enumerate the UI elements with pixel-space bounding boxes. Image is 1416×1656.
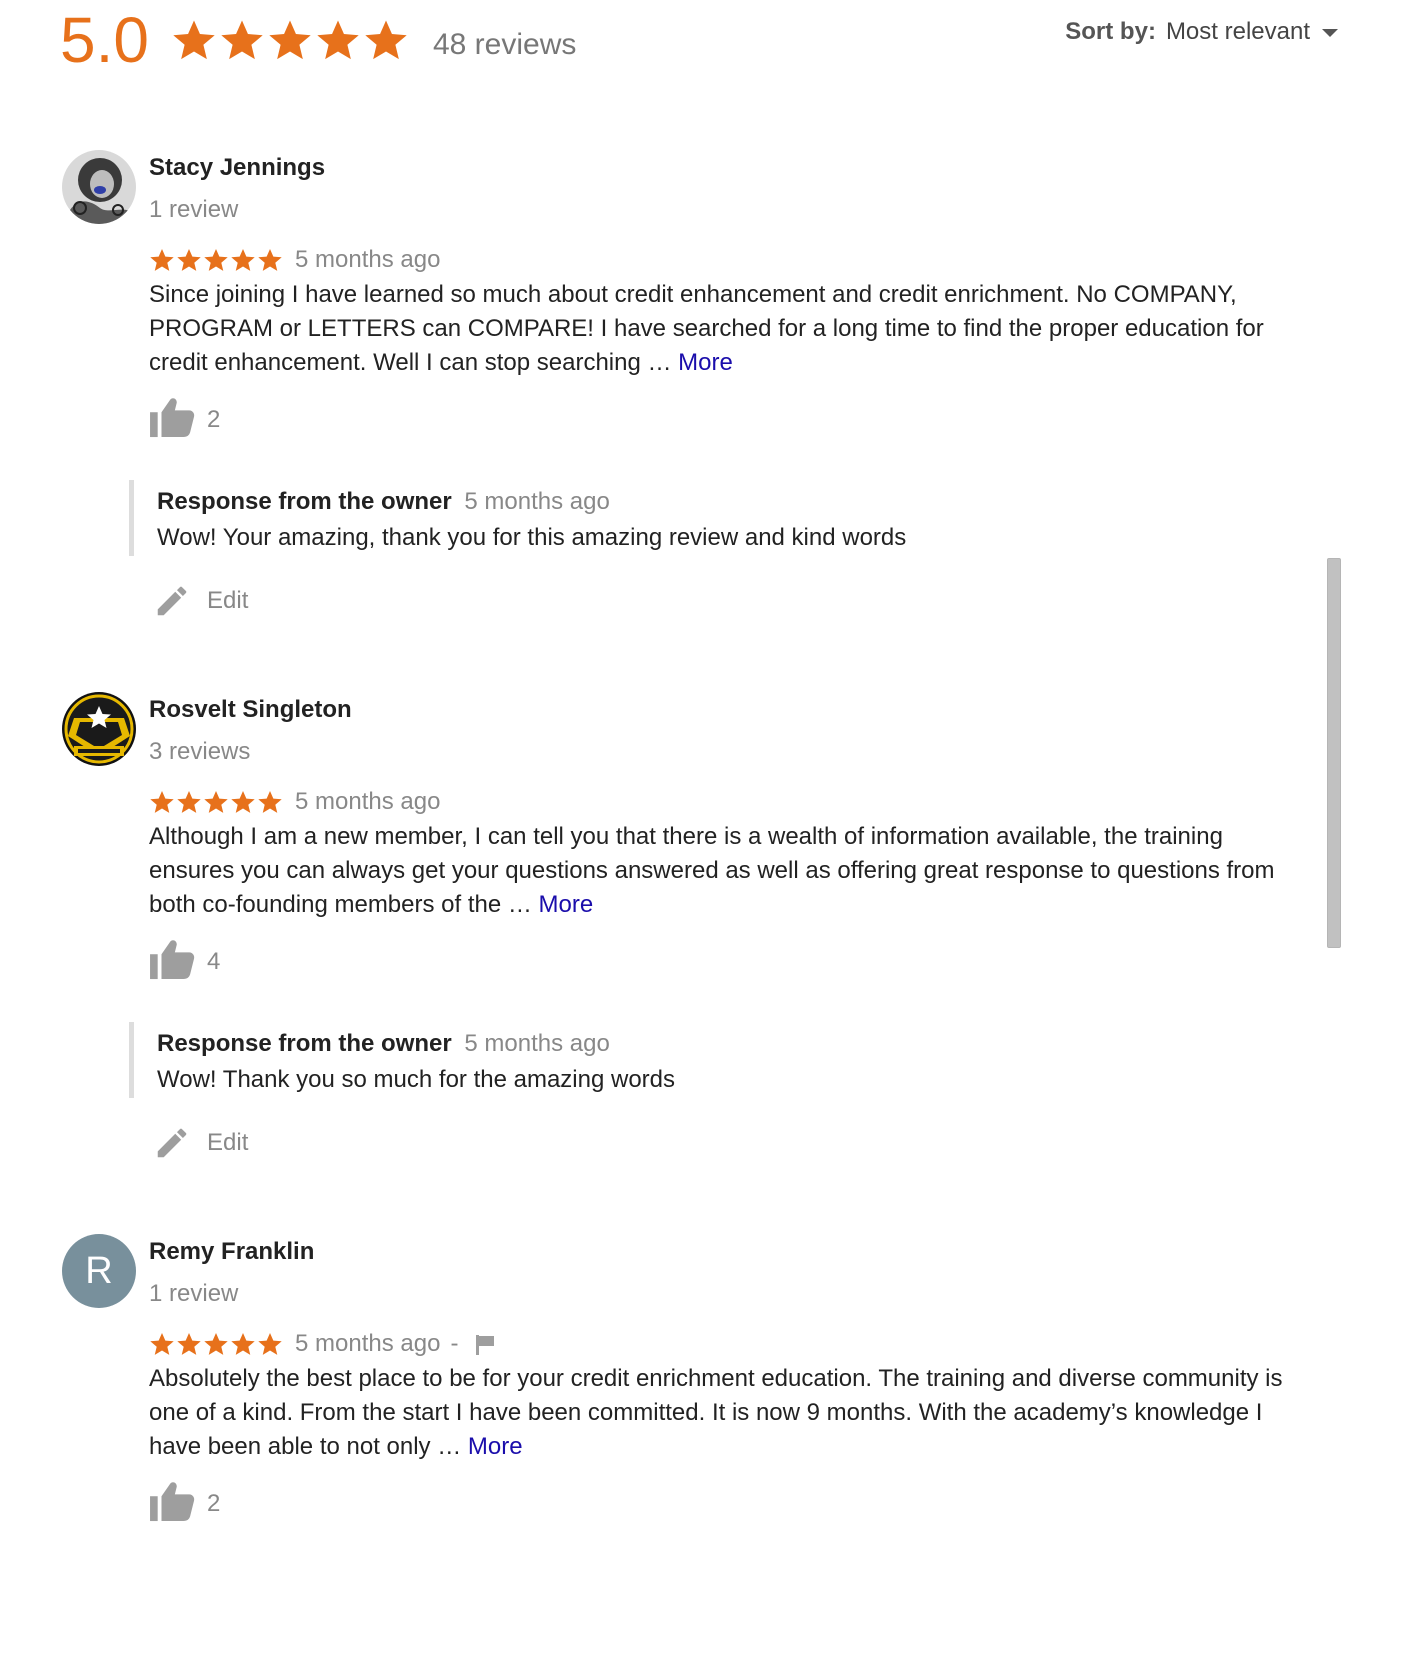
star-icon (203, 789, 229, 815)
avatar[interactable] (62, 150, 136, 224)
review-date: 5 months ago (295, 788, 441, 815)
reviewer-review-count[interactable]: 1 review (149, 1280, 238, 1308)
star-icon (363, 17, 409, 63)
edit-label[interactable]: Edit (207, 587, 248, 615)
more-link[interactable]: More (468, 1433, 523, 1460)
like-button[interactable]: 4 (149, 938, 220, 980)
like-button[interactable]: 2 (149, 1480, 220, 1522)
more-link[interactable]: More (539, 891, 594, 918)
review-text: Absolutely the best place to be for your… (149, 1362, 1294, 1464)
star-icon (203, 247, 229, 273)
like-button[interactable]: 2 (149, 396, 220, 438)
rating-summary: 5.0 48 reviews (60, 0, 576, 80)
like-count: 4 (207, 948, 221, 975)
avatar-letter: R (85, 1249, 113, 1292)
like-count: 2 (207, 406, 221, 433)
more-link[interactable]: More (678, 349, 733, 376)
response-title: Response from the owner (157, 1030, 452, 1057)
review-date: 5 months ago (295, 246, 441, 273)
star-icon (171, 17, 217, 63)
reviewer-name[interactable]: Stacy Jennings (149, 154, 325, 182)
response-title: Response from the owner (157, 488, 452, 515)
avatar[interactable]: R (62, 1234, 136, 1308)
thumbs-up-icon[interactable] (149, 1480, 195, 1522)
review-rating-row: 5 months ago (149, 788, 440, 816)
star-icon (257, 247, 283, 273)
star-icon (176, 1331, 202, 1357)
reviewer-review-count[interactable]: 3 reviews (149, 738, 250, 766)
avatar[interactable] (62, 692, 136, 766)
review-body: Absolutely the best place to be for your… (149, 1365, 1283, 1460)
star-icon (149, 789, 175, 815)
review-stars (149, 789, 283, 815)
pencil-icon[interactable] (153, 582, 191, 620)
review-rating-row: 5 months ago (149, 246, 440, 274)
edit-label[interactable]: Edit (207, 1129, 248, 1157)
flag-icon[interactable] (474, 1333, 496, 1355)
sort-value[interactable]: Most relevant (1166, 18, 1310, 46)
star-icon (230, 789, 256, 815)
reviewer-name[interactable]: Rosvelt Singleton (149, 696, 352, 724)
star-icon (219, 17, 265, 63)
sort-label: Sort by: (1065, 18, 1156, 45)
sort-dropdown[interactable]: Sort by: Most relevant (1065, 18, 1338, 46)
review-text: Since joining I have learned so much abo… (149, 278, 1294, 380)
owner-response: Response from the owner 5 months ago Wow… (129, 480, 1257, 556)
reviewer-name[interactable]: Remy Franklin (149, 1238, 314, 1266)
star-icon (149, 1331, 175, 1357)
review-stars (149, 247, 283, 273)
review-body: Although I am a new member, I can tell y… (149, 823, 1275, 918)
star-icon (176, 247, 202, 273)
thumbs-up-icon[interactable] (149, 938, 195, 980)
thumbs-up-icon[interactable] (149, 396, 195, 438)
reviewer-review-count[interactable]: 1 review (149, 196, 238, 224)
profile-photo-icon (62, 692, 136, 766)
owner-response: Response from the owner 5 months ago Wow… (129, 1022, 1257, 1098)
response-date: 5 months ago (464, 488, 610, 515)
edit-response-button[interactable]: Edit (153, 582, 248, 620)
pencil-icon[interactable] (153, 1124, 191, 1162)
response-text: Wow! Thank you so much for the amazing w… (157, 1066, 676, 1093)
edit-response-button[interactable]: Edit (153, 1124, 248, 1162)
overall-stars (171, 17, 409, 63)
like-count: 2 (207, 1490, 221, 1517)
review-date: 5 months ago (295, 1330, 441, 1357)
response-date: 5 months ago (464, 1030, 610, 1057)
star-icon (267, 17, 313, 63)
review-text: Although I am a new member, I can tell y… (149, 820, 1294, 922)
date-separator: - (450, 1330, 459, 1357)
star-icon (257, 1331, 283, 1357)
scrollbar-thumb[interactable] (1327, 558, 1341, 948)
star-icon (230, 247, 256, 273)
star-icon (257, 789, 283, 815)
review-stars (149, 1331, 283, 1357)
profile-photo-icon (62, 150, 136, 224)
response-text: Wow! Your amazing, thank you for this am… (157, 524, 907, 551)
total-reviews-count[interactable]: 48 reviews (433, 28, 576, 62)
star-icon (203, 1331, 229, 1357)
review-rating-row: 5 months ago - (149, 1330, 496, 1358)
star-icon (315, 17, 361, 63)
star-icon (149, 247, 175, 273)
overall-score: 5.0 (60, 4, 149, 76)
star-icon (230, 1331, 256, 1357)
caret-down-icon[interactable] (1322, 29, 1338, 37)
star-icon (176, 789, 202, 815)
